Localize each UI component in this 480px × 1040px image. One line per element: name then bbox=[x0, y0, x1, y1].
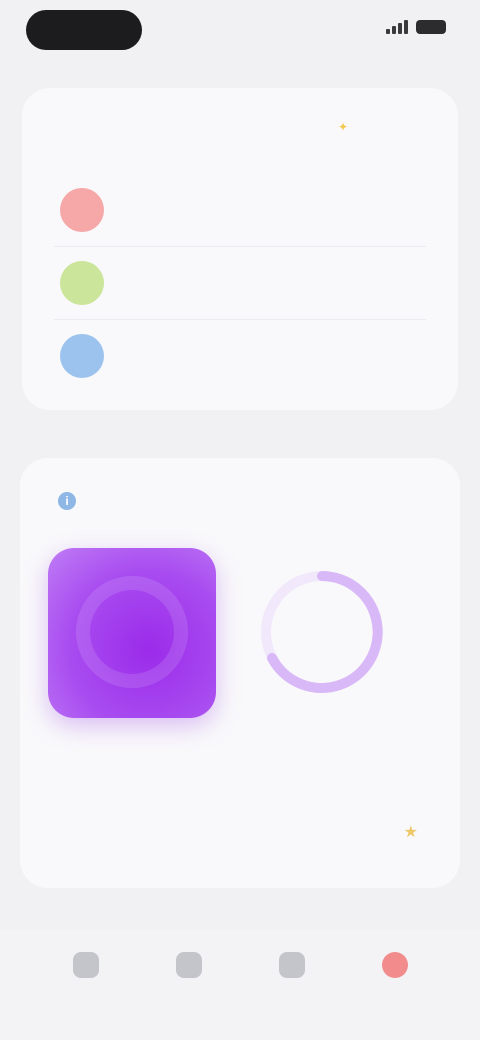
blue-circle-icon bbox=[60, 334, 104, 378]
profile-icon bbox=[381, 952, 408, 978]
categories-card: ✦ bbox=[22, 88, 458, 410]
tab-notifications[interactable] bbox=[252, 930, 332, 986]
battery-icon bbox=[416, 20, 446, 34]
progress-header: i bbox=[48, 492, 76, 510]
status-icons bbox=[386, 20, 446, 34]
tab-grid[interactable] bbox=[149, 930, 229, 986]
info-icon[interactable]: i bbox=[58, 492, 76, 510]
sparkle-icon: ✦ bbox=[338, 120, 349, 134]
tab-bar bbox=[0, 930, 480, 1040]
dynamic-island bbox=[26, 10, 142, 50]
red-circle-icon bbox=[60, 188, 104, 232]
featured-tile[interactable] bbox=[48, 548, 216, 718]
tab-profile[interactable] bbox=[355, 930, 435, 986]
progress-ring bbox=[261, 571, 383, 693]
green-circle-icon bbox=[60, 261, 104, 305]
list-item[interactable] bbox=[54, 247, 426, 320]
category-list bbox=[54, 174, 426, 392]
progress-card: i ★ bbox=[20, 458, 460, 888]
signal-icon bbox=[386, 20, 408, 34]
home-icon bbox=[72, 952, 99, 978]
tab-home[interactable] bbox=[46, 930, 126, 986]
progress-row[interactable]: ★ bbox=[64, 814, 418, 850]
list-item[interactable] bbox=[54, 320, 426, 392]
list-item[interactable] bbox=[54, 174, 426, 247]
status-bar bbox=[0, 0, 480, 70]
star-icon[interactable]: ★ bbox=[404, 822, 418, 842]
grid-icon bbox=[175, 952, 202, 978]
bell-icon bbox=[278, 952, 305, 978]
tile-arc-icon bbox=[76, 576, 188, 688]
